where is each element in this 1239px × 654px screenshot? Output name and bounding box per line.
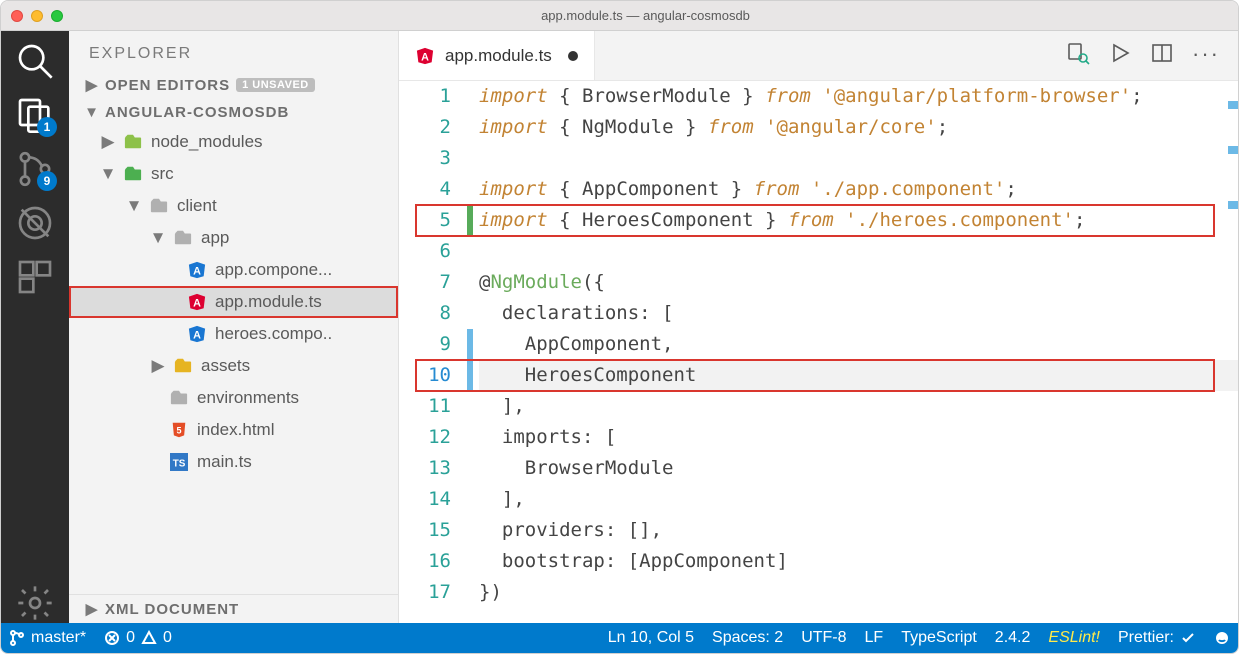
status-branch[interactable]: master* bbox=[9, 629, 86, 647]
file-tree: ▶ node_modules ▼ src ▼ client ▼ bbox=[69, 126, 398, 594]
open-editors-section[interactable]: ▶ OPEN EDITORS 1 UNSAVED bbox=[69, 71, 398, 99]
folder-icon bbox=[173, 228, 193, 248]
traffic-lights bbox=[11, 10, 63, 22]
editor-tab[interactable]: A app.module.ts bbox=[399, 31, 595, 80]
svg-text:A: A bbox=[193, 298, 201, 310]
svg-text:A: A bbox=[193, 330, 201, 342]
debug-icon[interactable] bbox=[15, 203, 55, 243]
tree-node-app-module[interactable]: A app.module.ts bbox=[69, 286, 398, 318]
window: app.module.ts — angular-cosmosdb 1 9 bbox=[0, 0, 1239, 654]
tree-node-main-ts[interactable]: TS main.ts bbox=[69, 446, 398, 478]
main-area: 1 9 EXPLORER ▶ OPEN EDITORS 1 UNS bbox=[1, 31, 1238, 623]
explorer-badge: 1 bbox=[37, 117, 57, 137]
angular-module-icon: A bbox=[187, 292, 207, 312]
editor: A app.module.ts ··· 1234 5678 9101112 13… bbox=[399, 31, 1238, 623]
tab-actions: ··· bbox=[1066, 41, 1238, 70]
angular-component-icon: A bbox=[187, 260, 207, 280]
tree-node-client[interactable]: ▼ client bbox=[69, 190, 398, 222]
folder-icon bbox=[169, 388, 189, 408]
root-section[interactable]: ▼ ANGULAR-COSMOSDB bbox=[69, 99, 398, 126]
scm-badge: 9 bbox=[37, 171, 57, 191]
html-icon: 5 bbox=[169, 420, 189, 440]
run-icon[interactable] bbox=[1108, 41, 1132, 70]
tree-node-heroes-component[interactable]: A heroes.compo.. bbox=[69, 318, 398, 350]
close-button[interactable] bbox=[11, 10, 23, 22]
angular-component-icon: A bbox=[187, 324, 207, 344]
typescript-icon: TS bbox=[169, 452, 189, 472]
code-area[interactable]: 1234 5678 9101112 13141516 17 import { B… bbox=[399, 81, 1238, 623]
sidebar-title: EXPLORER bbox=[69, 31, 398, 71]
tree-node-node_modules[interactable]: ▶ node_modules bbox=[69, 126, 398, 158]
split-editor-icon[interactable] bbox=[1150, 41, 1174, 70]
settings-gear-icon[interactable] bbox=[15, 583, 55, 623]
angular-module-icon: A bbox=[415, 46, 435, 66]
search-icon[interactable] bbox=[15, 41, 55, 81]
status-feedback-icon[interactable] bbox=[1214, 630, 1230, 646]
open-editors-label: OPEN EDITORS bbox=[105, 77, 230, 94]
tree-node-assets[interactable]: ▶ assets bbox=[69, 350, 398, 382]
tree-node-index-html[interactable]: 5 index.html bbox=[69, 414, 398, 446]
xml-label: XML DOCUMENT bbox=[105, 601, 239, 618]
minimize-button[interactable] bbox=[31, 10, 43, 22]
tab-filename: app.module.ts bbox=[445, 46, 552, 66]
gutter: 1234 5678 9101112 13141516 17 bbox=[399, 81, 469, 623]
tree-node-app-component[interactable]: A app.compone... bbox=[69, 254, 398, 286]
svg-text:TS: TS bbox=[173, 459, 186, 470]
scm-icon[interactable]: 9 bbox=[15, 149, 55, 189]
tree-node-app[interactable]: ▼ app bbox=[69, 222, 398, 254]
status-lang[interactable]: TypeScript bbox=[901, 629, 977, 647]
more-actions-icon[interactable]: ··· bbox=[1192, 41, 1220, 70]
sidebar: EXPLORER ▶ OPEN EDITORS 1 UNSAVED ▼ ANGU… bbox=[69, 31, 399, 623]
status-bar: master* 0 0 Ln 10, Col 5 Spaces: 2 UTF-8… bbox=[1, 623, 1238, 653]
root-label: ANGULAR-COSMOSDB bbox=[105, 104, 289, 121]
folder-src-icon bbox=[123, 164, 143, 184]
open-changes-icon[interactable] bbox=[1066, 41, 1090, 70]
unsaved-pill: 1 UNSAVED bbox=[236, 78, 315, 92]
titlebar: app.module.ts — angular-cosmosdb bbox=[1, 1, 1238, 31]
status-problems[interactable]: 0 0 bbox=[104, 629, 172, 647]
status-eol[interactable]: LF bbox=[865, 629, 884, 647]
svg-text:A: A bbox=[193, 266, 201, 278]
status-encoding[interactable]: UTF-8 bbox=[801, 629, 846, 647]
modified-dot-icon bbox=[568, 51, 578, 61]
explorer-icon[interactable]: 1 bbox=[15, 95, 55, 135]
svg-text:5: 5 bbox=[176, 426, 181, 436]
status-prettier[interactable]: Prettier: bbox=[1118, 629, 1196, 647]
overview-ruler[interactable] bbox=[1224, 81, 1238, 623]
activity-bar: 1 9 bbox=[1, 31, 69, 623]
xml-document-section[interactable]: ▶ XML DOCUMENT bbox=[69, 594, 398, 623]
tree-node-src[interactable]: ▼ src bbox=[69, 158, 398, 190]
status-lncol[interactable]: Ln 10, Col 5 bbox=[608, 629, 694, 647]
extensions-icon[interactable] bbox=[15, 257, 55, 297]
svg-text:A: A bbox=[421, 51, 429, 63]
tab-bar: A app.module.ts ··· bbox=[399, 31, 1238, 81]
window-title: app.module.ts — angular-cosmosdb bbox=[63, 8, 1228, 23]
source[interactable]: import { BrowserModule } from '@angular/… bbox=[469, 81, 1238, 623]
status-eslint[interactable]: ESLint! bbox=[1048, 629, 1100, 647]
tree-node-environments[interactable]: environments bbox=[69, 382, 398, 414]
zoom-button[interactable] bbox=[51, 10, 63, 22]
status-spaces[interactable]: Spaces: 2 bbox=[712, 629, 783, 647]
folder-nm-icon bbox=[123, 132, 143, 152]
status-version[interactable]: 2.4.2 bbox=[995, 629, 1031, 647]
folder-icon bbox=[149, 196, 169, 216]
folder-assets-icon bbox=[173, 356, 193, 376]
